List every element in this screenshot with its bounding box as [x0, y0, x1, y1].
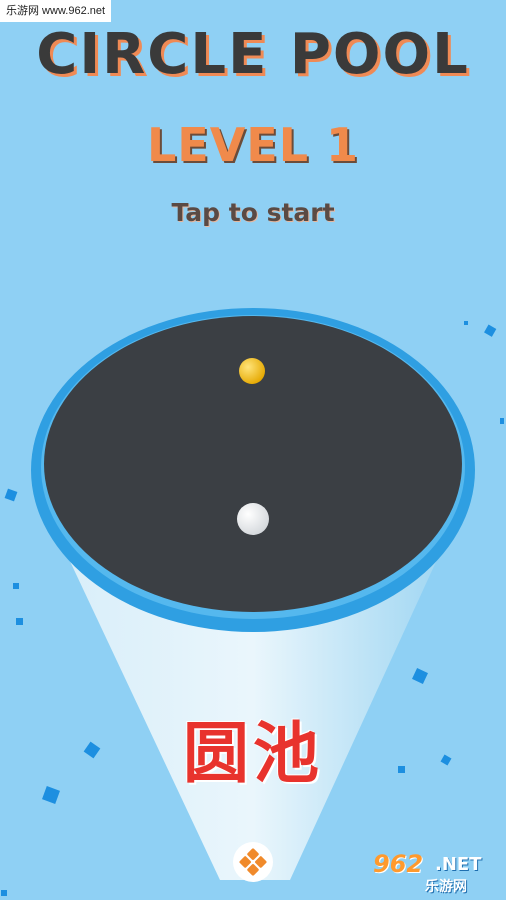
overlay-title: 圆池	[183, 715, 323, 792]
confetti-cube	[500, 418, 504, 424]
watermark-cn: 乐游网	[425, 879, 467, 895]
confetti-cube	[484, 324, 497, 337]
watermark-net: .NET	[435, 854, 482, 875]
confetti-cube	[16, 618, 23, 625]
confetti-cube	[464, 321, 468, 325]
watermark-number: 962	[373, 850, 424, 878]
watermark-bottom: 962 .NET 乐游网	[365, 850, 501, 896]
confetti-cube	[4, 488, 18, 502]
confetti-cube	[412, 668, 428, 684]
app-logo-badge	[233, 842, 273, 882]
yellow-ball	[239, 358, 265, 384]
grid-logo-icon	[239, 848, 267, 876]
confetti-cube	[13, 583, 19, 589]
white-ball[interactable]	[237, 503, 269, 535]
confetti-cube	[1, 890, 7, 896]
